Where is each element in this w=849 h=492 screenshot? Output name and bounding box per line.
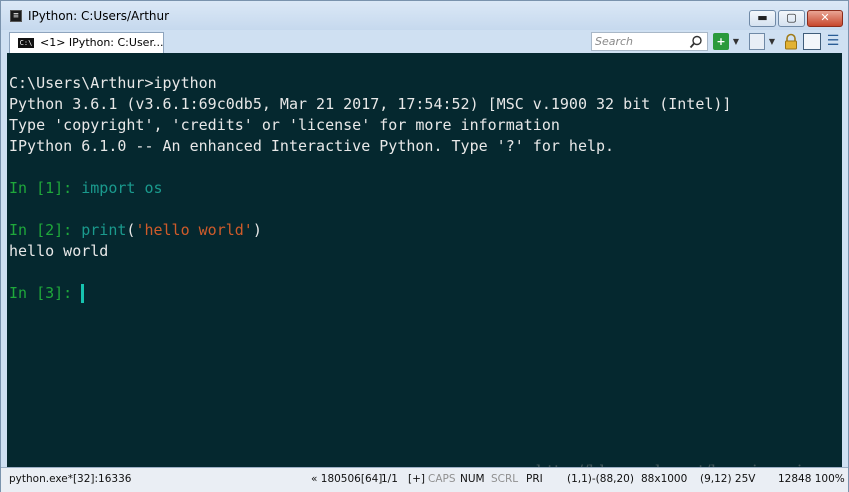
- search-box[interactable]: [591, 32, 708, 51]
- status-size[interactable]: 88x1000: [641, 473, 687, 485]
- terminal-app-icon: ≡: [10, 10, 22, 22]
- input-prompt-2: In [2]: print('hello world'): [9, 221, 262, 239]
- search-input[interactable]: [595, 34, 690, 49]
- console-line: IPython 6.1.0 -- An enhanced Interactive…: [9, 137, 615, 155]
- status-process[interactable]: python.exe*[32]:16336: [9, 473, 131, 485]
- console-line: Python 3.6.1 (v3.6.1:69c0db5, Mar 21 201…: [9, 95, 732, 113]
- status-caps[interactable]: CAPS: [428, 473, 456, 485]
- close-button[interactable]: ✕: [807, 10, 843, 27]
- toolbar: C:\ <1> IPython: C:User... + ▼ ▼ ☰: [1, 30, 848, 53]
- status-bar: python.exe*[32]:16336 « 180506[64] 1/1 […: [1, 467, 848, 492]
- console-line: Type 'copyright', 'credits' or 'license'…: [9, 116, 560, 134]
- search-icon[interactable]: [689, 35, 703, 49]
- console-line: C:\Users\Arthur>ipython: [9, 74, 217, 92]
- status-position[interactable]: « 180506[64]: [311, 473, 382, 485]
- status-page[interactable]: 1/1: [381, 473, 398, 485]
- maximize-button[interactable]: ▢: [778, 10, 805, 27]
- tab-console-1[interactable]: C:\ <1> IPython: C:User...: [9, 32, 164, 53]
- status-plus[interactable]: [+]: [408, 473, 425, 485]
- input-prompt-3[interactable]: In [3]:: [9, 284, 85, 303]
- new-console-dropdown-icon[interactable]: ▼: [731, 33, 741, 50]
- title-bar[interactable]: ≡ IPython: C:Users/Arthur ▬ ▢ ✕: [1, 1, 848, 30]
- console-icon: C:\: [18, 38, 34, 48]
- view-dropdown-icon[interactable]: ▼: [767, 33, 777, 50]
- code-input: import os: [81, 179, 163, 197]
- console-output[interactable]: C:\Users\Arthur>ipython Python 3.6.1 (v3…: [7, 53, 842, 467]
- window-title: IPython: C:Users/Arthur: [28, 9, 170, 23]
- status-cursor[interactable]: (9,12) 25V: [700, 473, 755, 485]
- new-console-button[interactable]: +: [713, 33, 729, 50]
- status-zoom[interactable]: 12848 100%: [778, 473, 845, 485]
- status-selection[interactable]: (1,1)-(88,20): [567, 473, 634, 485]
- text-cursor: [81, 284, 85, 303]
- console-window: ≡ IPython: C:Users/Arthur ▬ ▢ ✕ C:\ <1> …: [0, 0, 849, 492]
- split-panes-button[interactable]: [803, 33, 821, 50]
- status-pri[interactable]: PRI: [526, 473, 543, 485]
- hamburger-menu-icon[interactable]: ☰: [825, 33, 841, 50]
- tab-label: <1> IPython: C:User...: [40, 36, 164, 49]
- minimize-button[interactable]: ▬: [749, 10, 776, 27]
- lock-icon[interactable]: [783, 33, 799, 50]
- output-line: hello world: [9, 242, 109, 260]
- view-mode-button[interactable]: [749, 33, 765, 50]
- status-scrl[interactable]: SCRL: [491, 473, 518, 485]
- status-num[interactable]: NUM: [460, 473, 485, 485]
- input-prompt-1: In [1]: import os: [9, 179, 163, 197]
